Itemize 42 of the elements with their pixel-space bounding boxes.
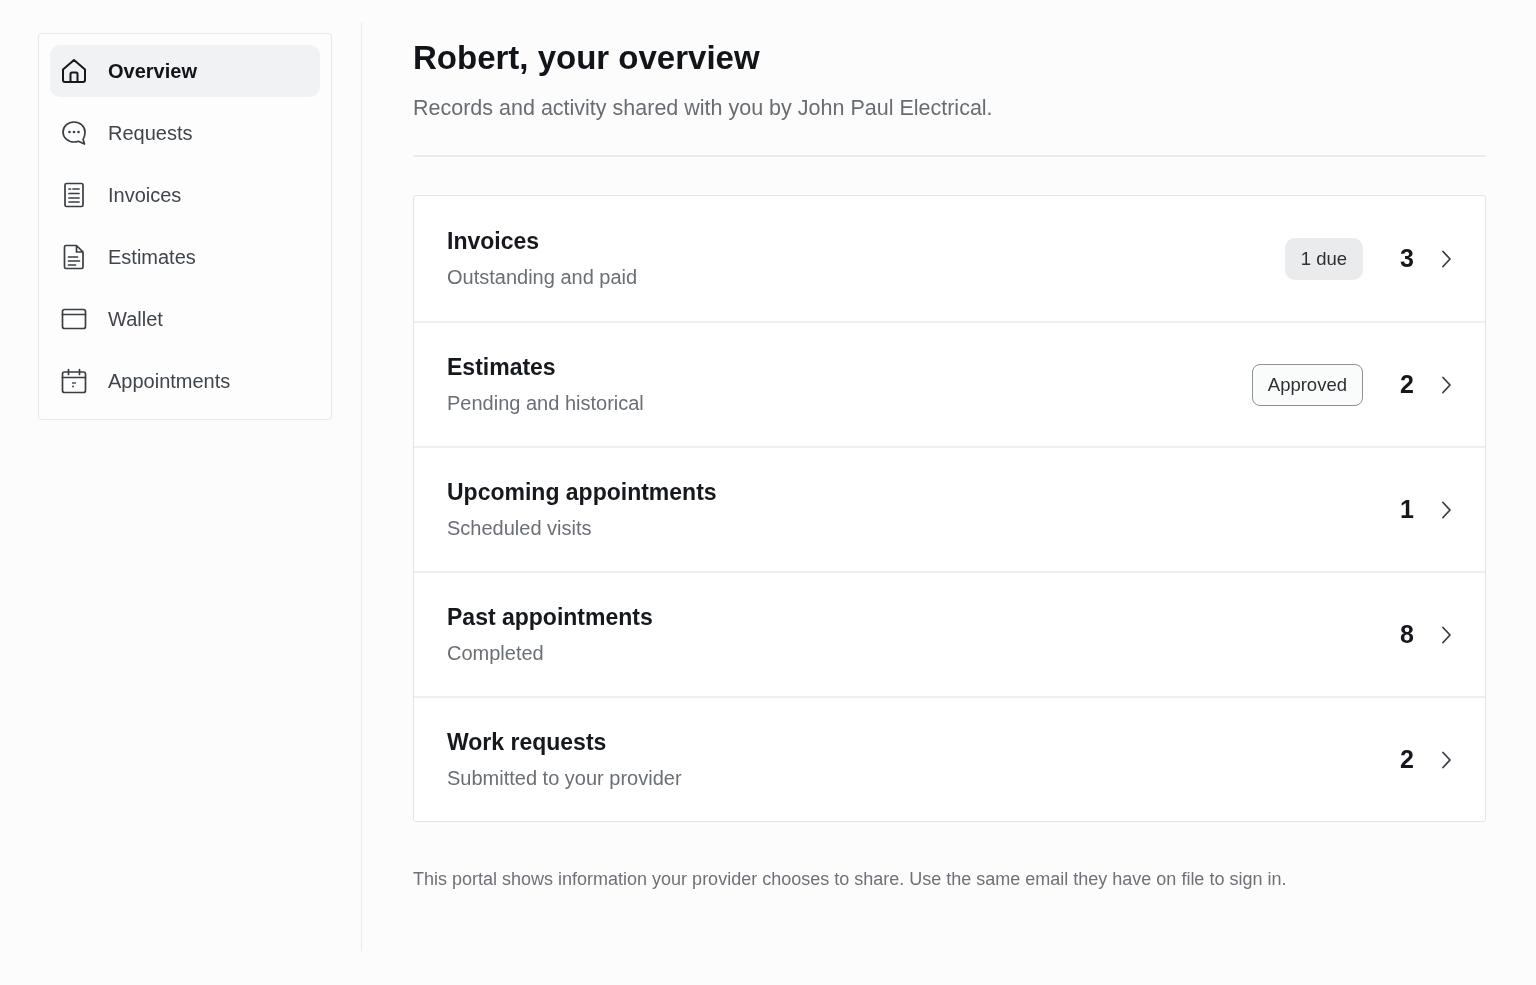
count-label: 3 (1399, 244, 1415, 273)
count-label: 2 (1399, 370, 1415, 399)
card-icon (61, 306, 87, 332)
nav-item[interactable]: Wallet (50, 293, 320, 345)
chevron-right-icon (1441, 625, 1452, 644)
row-subtitle: Completed (447, 640, 544, 665)
nav-item[interactable]: Invoices (50, 169, 320, 221)
calendar-icon (61, 368, 87, 394)
chevron-right-icon (1441, 500, 1452, 519)
chevron-right-icon (1441, 249, 1452, 268)
page-subtitle: Records and activity shared with you by John Paul Electrical. (413, 95, 993, 121)
summary-row[interactable]: Upcoming appointments Scheduled visits 1 (414, 446, 1485, 571)
nav-item[interactable]: Overview (50, 45, 320, 97)
row-title: Past appointments (447, 602, 653, 631)
document-icon (61, 244, 87, 270)
count-label: 1 (1399, 495, 1415, 524)
chevron-right-icon (1441, 375, 1452, 394)
row-title: Work requests (447, 727, 607, 756)
page-title: Robert, your overview (413, 38, 760, 78)
chevron-right-icon (1441, 750, 1452, 769)
status-badge: Approved (1251, 363, 1363, 406)
footer-note: This portal shows information your provider chooses to share. Use the same email they have on file to sign in. (413, 868, 1287, 890)
nav-item[interactable]: Requests (50, 107, 320, 159)
summary-row[interactable]: Work requests Submitted to your provider 2 (414, 696, 1485, 821)
status-badge: 1 due (1284, 237, 1363, 280)
row-title: Upcoming appointments (447, 477, 717, 506)
row-subtitle: Pending and historical (447, 390, 644, 415)
nav-item[interactable]: Estimates (50, 231, 320, 283)
nav-item[interactable]: Appointments (50, 355, 320, 407)
summary-row[interactable]: Past appointments Completed 8 (414, 571, 1485, 696)
home-icon (61, 58, 87, 84)
count-label: 2 (1399, 745, 1415, 774)
row-subtitle: Submitted to your provider (447, 765, 682, 790)
row-title: Invoices (447, 226, 540, 255)
row-subtitle: Scheduled visits (447, 515, 592, 540)
count-label: 8 (1399, 620, 1415, 649)
summary-row[interactable]: Invoices Outstanding and paid 1 due 3 (414, 196, 1485, 321)
row-title: Estimates (447, 352, 556, 381)
chat-bubble-icon (61, 120, 87, 146)
row-subtitle: Outstanding and paid (447, 264, 638, 289)
summary-row[interactable]: Estimates Pending and historical Approved 2 (414, 321, 1485, 446)
list-document-icon (61, 182, 87, 208)
